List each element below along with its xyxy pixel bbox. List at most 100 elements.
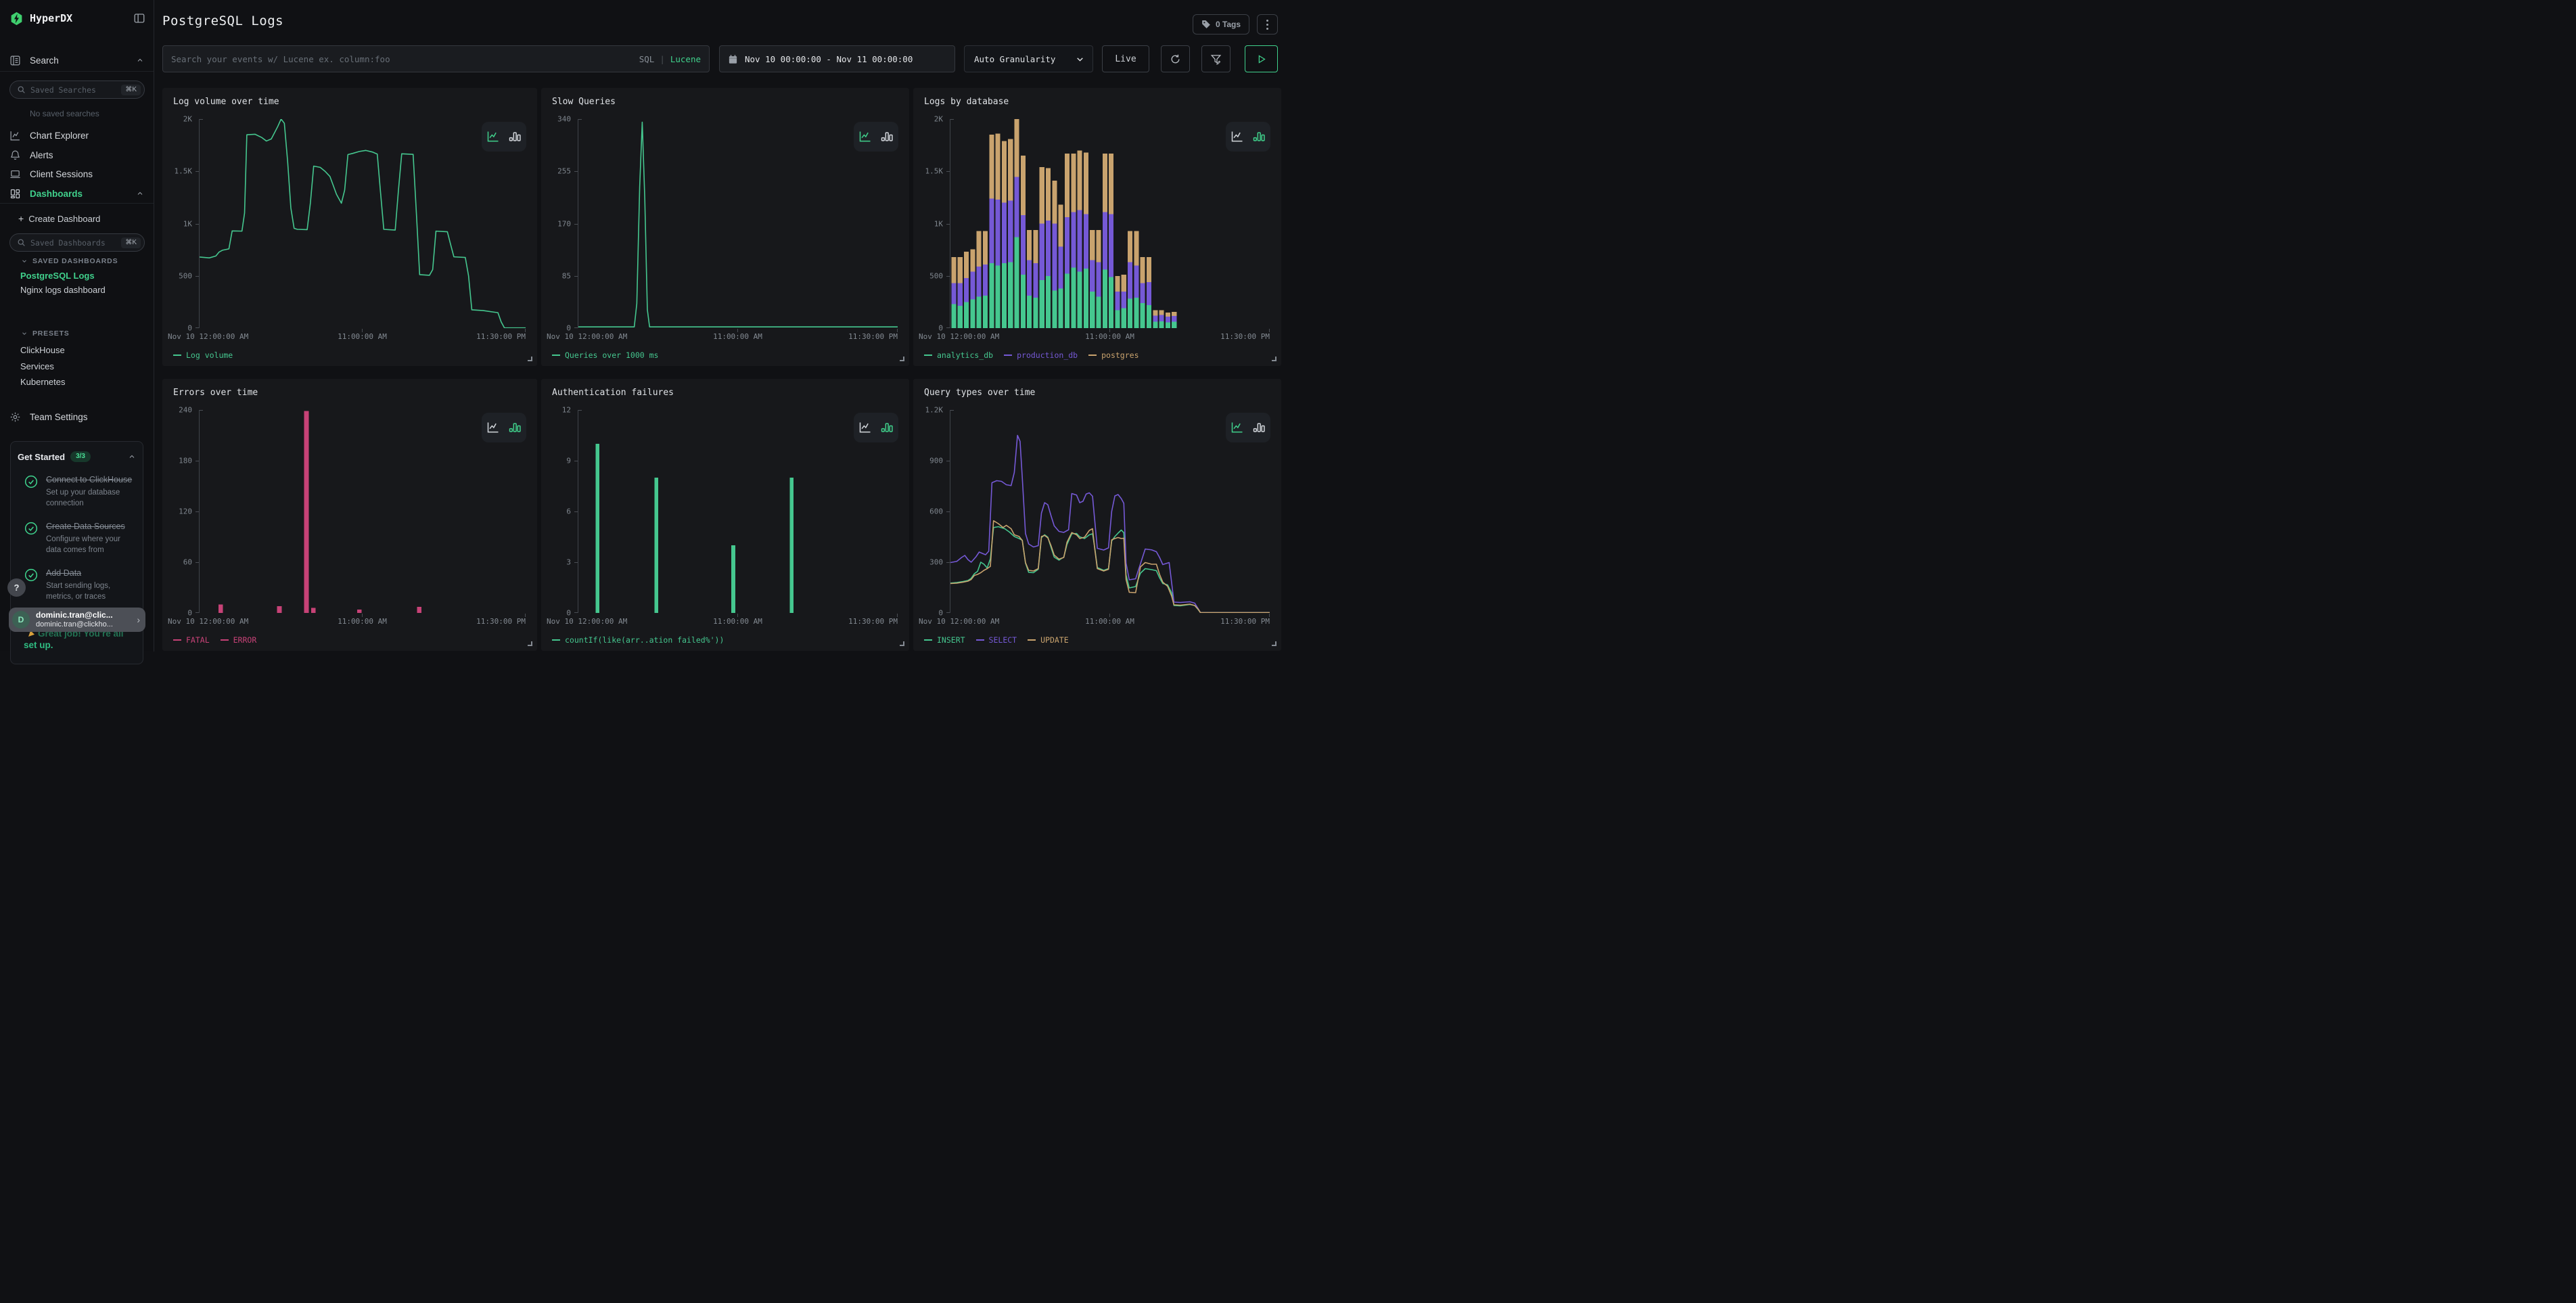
bar-segment-analytics_db [1033,298,1038,328]
saved-dashboards-field[interactable] [30,238,121,248]
app-title: HyperDX [30,12,133,24]
resize-handle[interactable] [528,357,532,361]
step-desc: Configure where your data comes from [46,534,136,555]
bar-segment-production_db [1071,212,1076,268]
bar-segment-production_db [1096,262,1101,297]
main-content: PostgreSQL Logs 0 Tags SQL | Lucene Nov … [155,0,2576,1303]
help-button[interactable]: ? [7,578,26,597]
resize-handle[interactable] [900,357,904,361]
resize-handle[interactable] [1272,357,1276,361]
more-options-button[interactable] [1257,14,1278,35]
sidebar-item-postgresql-logs[interactable]: PostgreSQL Logs [20,271,95,281]
bar-segment-production_db [1134,265,1138,298]
calendar-icon [728,54,738,64]
sidebar-item-alerts[interactable]: Alerts [0,147,154,163]
sidebar-item-team-settings[interactable]: Team Settings [0,409,154,425]
resize-handle[interactable] [1272,641,1276,646]
legend-swatch [1004,355,1012,356]
bar-segment-analytics_db [970,300,975,328]
saved-searches-field[interactable] [30,85,121,95]
granularity-select[interactable]: Auto Granularity [964,45,1093,72]
bar-view-icon[interactable] [880,130,894,143]
sidebar-item-kubernetes[interactable]: Kubernetes [20,377,66,387]
bar-segment-postgres [958,257,963,283]
series-INSERT [950,527,1270,613]
sidebar-item-clickhouse[interactable]: ClickHouse [20,345,65,355]
bar-segment-postgres [1052,181,1057,223]
get-started-step[interactable]: Add Data Start sending logs, metrics, or… [18,567,136,602]
live-button[interactable]: Live [1102,45,1149,72]
chart-plot[interactable]: 2K1.5K1K5000 [199,119,526,328]
bar-segment-production_db [983,265,988,296]
sidebar-item-dashboards[interactable]: Dashboards [0,185,154,202]
bar-segment-analytics_db [996,265,1001,328]
collapse-sidebar-icon[interactable] [133,12,145,24]
saved-dashboards-input[interactable]: ⌘K [9,233,145,252]
run-query-button[interactable] [1245,45,1278,72]
event-search-input[interactable] [171,54,639,64]
dashboard-grid-icon [9,188,21,200]
bar-segment-production_db [958,283,963,306]
section-saved-dashboards[interactable]: SAVED DASHBOARDS [21,257,118,265]
get-started-step[interactable]: Create Data Sources Configure where your… [18,520,136,555]
saved-searches-input[interactable]: ⌘K [9,81,145,99]
y-axis-tick [196,327,199,328]
bar-segment-analytics_db [1096,297,1101,328]
bar-segment-analytics_db [1109,277,1113,328]
event-search-bar[interactable]: SQL | Lucene [162,45,710,72]
get-started-step[interactable]: Connect to ClickHouse Set up your databa… [18,474,136,509]
bar-view-icon[interactable] [508,130,522,143]
resize-handle[interactable] [528,641,532,646]
bar-segment-production_db [1084,214,1088,269]
bar-view-icon[interactable] [1252,130,1266,143]
bar-segment-production_db [1059,246,1063,288]
resize-handle[interactable] [900,641,904,646]
create-dashboard-button[interactable]: + Create Dashboard [0,210,154,227]
lucene-mode-toggle[interactable]: Lucene [670,54,701,64]
chart-card-log-volume: Log volume over time2K1.5K1K5000Nov 10 1… [162,88,537,366]
sidebar-item-services[interactable]: Services [20,361,54,371]
chart-view-toggle [854,413,898,442]
tags-button[interactable]: 0 Tags [1193,14,1249,35]
bar-segment-production_db [1052,224,1057,291]
y-axis-tick [946,224,950,225]
chart-card-slow-queries: Slow Queries340255170850Nov 10 12:00:00 … [541,88,909,366]
sidebar-item-nginx-dashboard[interactable]: Nginx logs dashboard [20,285,106,295]
line-view-icon[interactable] [858,130,872,143]
legend-swatch [552,355,560,356]
line-view-icon[interactable] [858,421,872,434]
chart-card-errors-over-time: Errors over time240180120600Nov 10 12:00… [162,379,537,651]
line-view-icon[interactable] [486,421,500,434]
legend-swatch [924,639,932,641]
line-view-icon[interactable] [1230,130,1244,143]
y-axis-label: 1.5K [925,167,944,176]
sql-mode-toggle[interactable]: SQL [639,54,655,64]
step-desc: Start sending logs, metrics, or traces [46,580,136,602]
line-view-icon[interactable] [1230,421,1244,434]
chart-plot[interactable]: 340255170850 [578,119,898,328]
chart-plot[interactable]: 129630 [578,410,898,613]
bar-view-icon[interactable] [1252,421,1266,434]
sidebar-item-search[interactable]: Search [0,52,154,68]
y-axis-label: 0 [938,609,943,618]
refresh-button[interactable] [1161,45,1190,72]
bar-segment-analytics_db [1040,280,1044,328]
sidebar-item-chart-explorer[interactable]: Chart Explorer [0,127,154,143]
bar-view-icon[interactable] [880,421,894,434]
bar-segment-postgres [964,252,969,278]
bar-view-icon[interactable] [508,421,522,434]
chart-plot[interactable]: 240180120600 [199,410,526,613]
filter-button[interactable] [1201,45,1230,72]
no-saved-searches-text: No saved searches [30,109,99,118]
user-menu[interactable]: D dominic.tran@clic... dominic.tran@clic… [9,608,145,632]
bar-segment-analytics_db [1122,308,1126,328]
date-range-picker[interactable]: Nov 10 00:00:00 - Nov 11 00:00:00 [719,45,955,72]
chart-plot[interactable]: 2K1.5K1K5000 [950,119,1270,328]
sidebar-item-client-sessions[interactable]: Client Sessions [0,166,154,182]
bar-segment-postgres [983,231,988,264]
x-axis-labels: Nov 10 12:00:00 AM11:00:00 AM11:30:00 PM [168,332,526,342]
line-view-icon[interactable] [486,130,500,143]
chevron-up-icon[interactable] [128,453,136,461]
section-presets[interactable]: PRESETS [21,329,70,338]
chart-plot[interactable]: 1.2K9006003000 [950,410,1270,613]
